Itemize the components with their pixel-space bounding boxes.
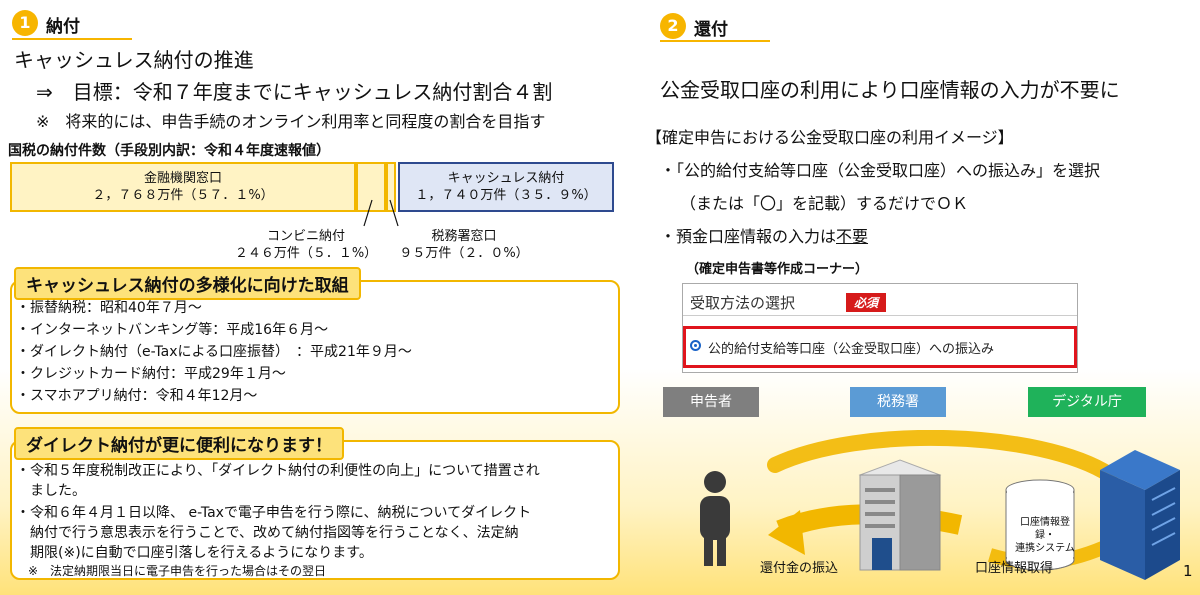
radio-option-label: 公的給付支給等口座（公金受取口座）への振込み [708,342,995,357]
digital-agency-building-icon [1100,450,1180,580]
left-headline: キャッシュレス納付の推進 [14,48,254,72]
note-line: ※ 将来的には、申告手続のオンライン利用率と同程度の割合を目指す [36,112,546,131]
direct-line: ・令和６年４月１日以降、 e-Taxで電子申告を行う際に、納税についてダイレクト [16,505,532,521]
taxoffice-label: 税務署窓口 ９５万件（２．０%） [399,229,529,261]
section-underline [660,40,770,42]
bullet1-line1: ・「公的給付支給等口座（公金受取口座）への振込み」を選択 [660,161,1101,180]
form-divider [683,315,1077,316]
diversify-item: ・ダイレクト納付（e-Taxによる口座振替） ：平成21年９月～ [16,344,412,360]
diversify-item: ・スマホアプリ納付：令和４年12月～ [16,388,258,404]
chart-title: 国税の納付件数（手段別内訳：令和４年度速報値） [8,143,330,159]
tax-office-building-icon [858,459,942,571]
corner-label: （確定申告書等作成コーナー） [686,262,869,277]
refund-flow-illustration [700,430,1180,580]
form-label: 受取方法の選択 [690,294,796,312]
direct-line: ました。 [16,483,86,499]
section-title-refund: 還付 [694,20,728,40]
required-badge: 必須 [846,293,887,312]
direct-line: 納付で行う意思表示を行うことで、改めて納付指図等を行うことなく、法定納 [16,525,519,541]
section-underline [12,38,132,40]
bank-bar-label: 金融機関窓口 ２，７６８万件（５７．１%） [92,171,274,203]
bullet1-line2: （または「〇」を記載）するだけでＯＫ [680,194,969,213]
page-number: 1 [1183,562,1193,580]
direct-line: ・令和５年度税制改正により、「ダイレクト納付の利便性の向上」について措置され [16,463,540,479]
convenience-label: コンビニ納付 ２４６万件（５．１%） [234,229,378,261]
caption-account: 口座情報取得 [975,561,1054,576]
bullet2: ・預金口座情報の入力は不要 [660,227,869,246]
role-applicant: 申告者 [663,387,759,417]
direct-line: 期限(※)に自動で口座引落しを行えるようになります。 [16,545,373,561]
role-tax-office: 税務署 [850,387,946,417]
flow-arc-icon [767,430,1118,483]
diversify-item: ・インターネットバンキング等：平成16年６月～ [16,322,329,338]
caption-refund: 還付金の振込 [760,561,839,576]
diversify-item: ・クレジットカード納付：平成29年１月～ [16,366,286,382]
usage-title: 【確定申告における公金受取口座の利用イメージ】 [646,128,1014,147]
cylinder-label: 口座情報登録・ 連携システム [1015,517,1075,554]
radio-icon[interactable] [690,340,701,351]
section-title-payment: 納付 [46,17,80,37]
target-line: ⇒ 目標：令和７年度までにキャッシュレス納付割合４割 [36,80,553,104]
cashless-bar-label: キャッシュレス納付 １，７４０万件（３５．９%） [415,171,597,203]
refund-arrow-head [768,510,805,555]
diversify-title: キャッシュレス納付の多様化に向けた取組 [14,267,361,300]
role-digital-agency: デジタル庁 [1028,387,1146,417]
section-number-2: 2 [660,13,686,39]
section-number-1: 1 [12,10,38,36]
direct-footnote: ※ 法定納期限当日に電子申告を行った場合はその翌日 [16,564,327,578]
diversify-item: ・振替納税：昭和40年７月～ [16,300,202,316]
person-icon [700,471,730,566]
right-headline: 公金受取口座の利用により口座情報の入力が不要に [660,78,1120,102]
direct-title: ダイレクト納付が更に便利になります！ [14,427,344,460]
